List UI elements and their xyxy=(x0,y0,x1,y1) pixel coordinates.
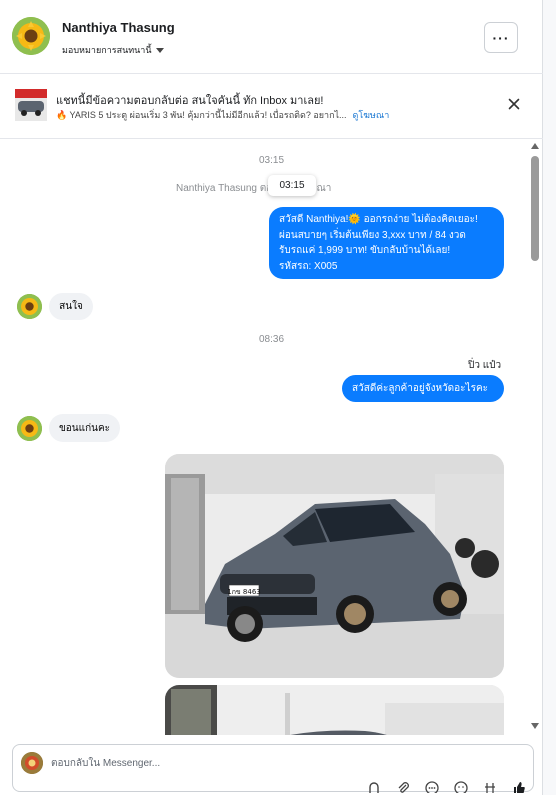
contact-avatar[interactable] xyxy=(17,416,42,441)
conversation-header: Nanthiya Thasung มอบหมายการสนทนานี้ ··· xyxy=(0,0,543,74)
ad-thumbnail xyxy=(15,89,47,121)
message-input[interactable] xyxy=(51,753,351,773)
more-actions-icon[interactable] xyxy=(421,781,443,793)
message-line: รหัสรถ: X005 xyxy=(279,260,338,272)
assign-label: มอบหมายการสนทนานี้ xyxy=(62,45,152,55)
message-line: ผ่อนสบายๆ เริ่มต้นเพียง 3,xxx บาท / 84 ง… xyxy=(279,229,466,241)
window-edge xyxy=(543,0,556,795)
conversation-panel: Nanthiya Thasung มอบหมายการสนทนานี้ ··· … xyxy=(0,0,543,795)
message-list[interactable]: 03:15 Nanthiya Thasung ตอบกลับโฆษณา 03:1… xyxy=(0,140,543,735)
attachment-icon[interactable] xyxy=(392,781,414,793)
ad-subtitle-row: 🔥 YARIS 5 ประตู ผ่อนเริ่ม 3 พัน! คุ้มกว่… xyxy=(56,108,389,122)
like-icon[interactable] xyxy=(508,781,530,793)
scrollbar-thumb[interactable] xyxy=(531,156,539,261)
timestamp-tooltip: 03:15 xyxy=(268,175,316,196)
more-options-button[interactable]: ··· xyxy=(484,22,518,53)
saved-reply-icon[interactable] xyxy=(363,781,385,793)
car-photo[interactable]: 1กข 8463 xyxy=(165,454,504,678)
scroll-down-icon[interactable] xyxy=(531,723,539,729)
view-ad-link[interactable]: ดูโฆษณา xyxy=(353,108,390,122)
outgoing-message[interactable]: สวัสดี Nanthiya!🌞 ออกรถง่าย ไม่ต้องคิดเย… xyxy=(269,207,504,279)
composer-toolbar xyxy=(363,781,530,793)
outgoing-message[interactable]: สวัสดีค่ะลูกค้าอยู่จังหวัดอะไรคะ xyxy=(342,375,504,402)
message-line: รับรถแค่ 1,999 บาท! ขับกลับบ้านได้เลย! xyxy=(279,245,451,256)
close-icon[interactable] xyxy=(506,96,522,112)
timestamp: 03:15 xyxy=(258,155,285,166)
ad-subtitle: 🔥 YARIS 5 ประตู ผ่อนเริ่ม 3 พัน! คุ้มกว่… xyxy=(56,110,347,120)
composer xyxy=(12,744,534,793)
page-avatar xyxy=(21,752,43,774)
ad-title: แชทนี้มีข้อความตอบกลับต่อ สนใจคันนี้ ทัก… xyxy=(56,95,324,107)
contact-name[interactable]: Nanthiya Thasung xyxy=(62,20,175,35)
emoji-icon[interactable] xyxy=(450,781,472,793)
incoming-message[interactable]: ขอนแก่นคะ xyxy=(49,414,120,442)
contact-avatar[interactable] xyxy=(12,17,50,55)
contact-avatar[interactable] xyxy=(17,294,42,319)
incoming-message[interactable]: สนใจ xyxy=(49,293,93,320)
timestamp: 08:36 xyxy=(258,334,285,345)
caret-down-icon xyxy=(155,47,164,53)
sender-name: ปิ่ว แป๋ว xyxy=(468,360,502,371)
scroll-up-icon[interactable] xyxy=(531,143,539,149)
template-icon[interactable] xyxy=(479,781,501,793)
license-plate: 1กข 8463 xyxy=(227,588,261,596)
assign-conversation-dropdown[interactable]: มอบหมายการสนทนานี้ xyxy=(62,43,164,57)
message-line: สวัสดี Nanthiya!🌞 ออกรถง่าย ไม่ต้องคิดเย… xyxy=(279,214,478,225)
ad-reply-banner: แชทนี้มีข้อความตอบกลับต่อ สนใจคันนี้ ทัก… xyxy=(0,75,543,139)
car-photo[interactable] xyxy=(165,685,504,735)
